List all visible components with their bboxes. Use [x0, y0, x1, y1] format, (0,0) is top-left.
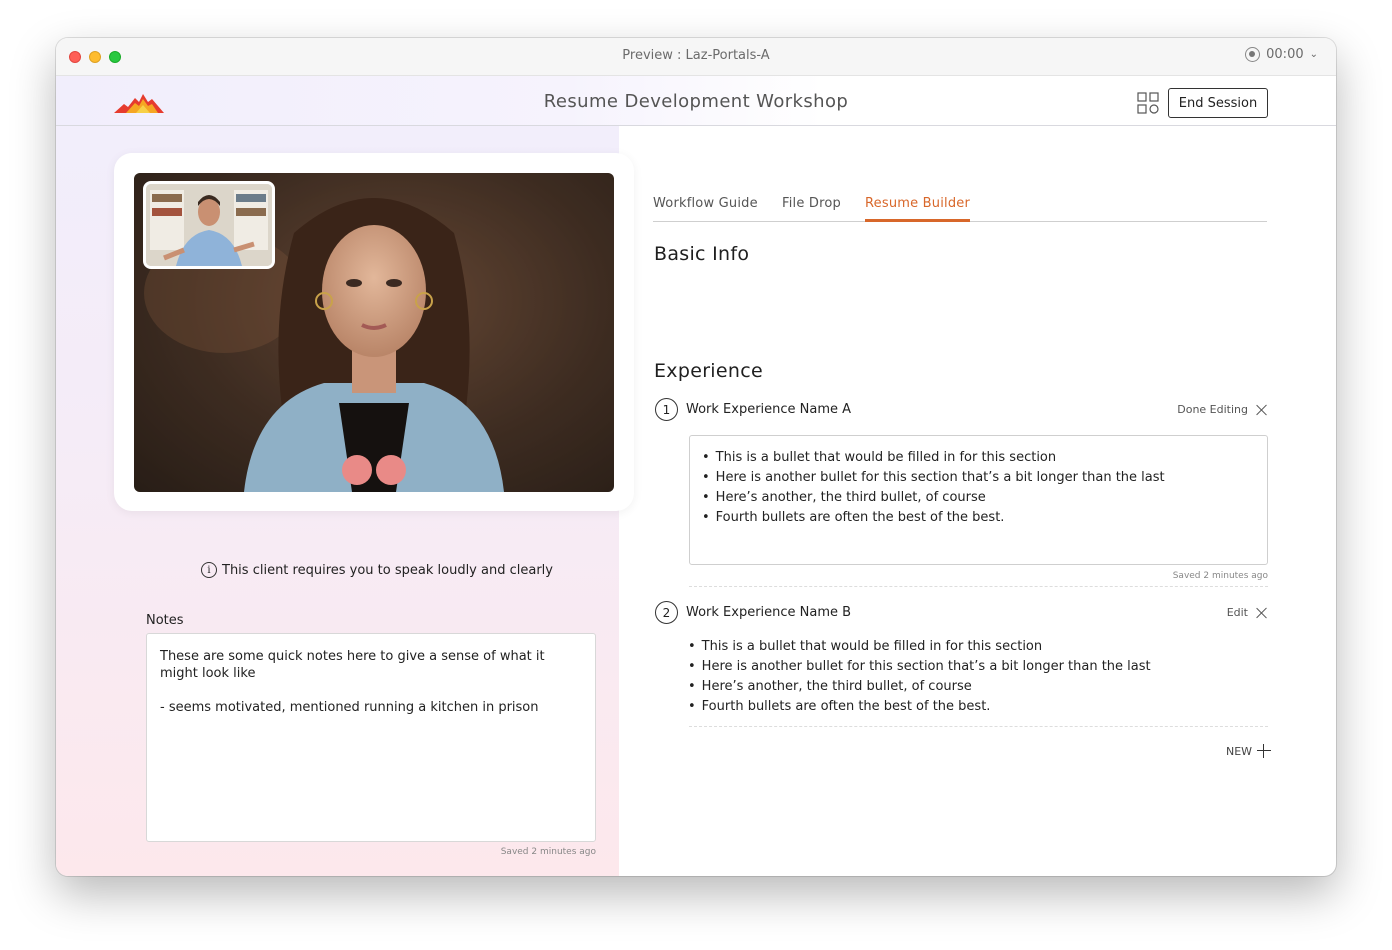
title-bar: Preview : Laz-Portals-A 00:00 ⌄ [56, 38, 1336, 76]
layout-grid-icon[interactable] [1137, 92, 1159, 114]
bullet-item: Here is another bullet for this section … [702, 468, 1255, 488]
experience-a-saved-status: Saved 2 minutes ago [1172, 571, 1268, 581]
bullet-item: Here’s another, the third bullet, of cou… [688, 677, 1151, 697]
window-title: Preview : Laz-Portals-A [622, 48, 770, 63]
bullet-item: Here is another bullet for this section … [688, 657, 1151, 677]
tab-resume-builder[interactable]: Resume Builder [865, 196, 971, 222]
app-window: Preview : Laz-Portals-A 00:00 ⌄ Resume D… [56, 38, 1336, 876]
done-editing-button[interactable]: Done Editing [1177, 403, 1268, 416]
end-session-button[interactable]: End Session [1168, 88, 1268, 118]
hang-up-button[interactable] [376, 455, 406, 485]
edit-label: Edit [1226, 606, 1248, 619]
tab-bar: Workflow Guide File Drop Resume Builder [653, 196, 1267, 222]
done-editing-label: Done Editing [1177, 403, 1248, 416]
bullet-item: Fourth bullets are often the best of the… [688, 697, 1151, 717]
close-icon[interactable] [1256, 404, 1268, 416]
edit-button[interactable]: Edit [1227, 606, 1268, 619]
experience-name: Work Experience Name A [686, 402, 852, 417]
client-video [134, 173, 614, 492]
experience-heading: Experience [654, 360, 763, 382]
mute-button[interactable] [342, 455, 372, 485]
info-icon: i [201, 562, 217, 578]
client-requirement-note: i This client requires you to speak loud… [201, 562, 553, 578]
experience-item-b-header: 2 Work Experience Name B Edit [655, 601, 1268, 625]
self-view-image [146, 184, 272, 266]
new-label: NEW [1226, 744, 1253, 758]
bullet-item: Here’s another, the third bullet, of cou… [702, 488, 1255, 508]
plus-icon [1257, 744, 1272, 758]
app-header: Resume Development Workshop End Session [56, 76, 1336, 126]
tab-file-drop[interactable]: File Drop [782, 196, 841, 219]
record-icon [1245, 47, 1261, 62]
notes-label: Notes [146, 613, 184, 628]
notes-saved-status: Saved 2 minutes ago [500, 847, 596, 857]
basic-info-heading: Basic Info [654, 243, 750, 265]
bullet-item: Fourth bullets are often the best of the… [702, 508, 1255, 528]
record-timer[interactable]: 00:00 ⌄ [1245, 47, 1318, 62]
new-experience-button[interactable]: NEW [1226, 744, 1272, 758]
experience-number-badge: 1 [655, 398, 678, 421]
notes-textarea[interactable]: These are some quick notes here to give … [146, 633, 596, 842]
client-note-text: This client requires you to speak loudly… [222, 562, 553, 578]
bullet-item: This is a bullet that would be filled in… [688, 637, 1151, 657]
experience-b-bullets: This is a bullet that would be filled in… [688, 637, 1151, 717]
video-card [114, 153, 634, 511]
close-icon[interactable] [1256, 607, 1268, 619]
experience-item-a-header: 1 Work Experience Name A Done Editing [655, 398, 1268, 422]
app-content: Resume Development Workshop End Session [56, 76, 1336, 876]
timer-value: 00:00 [1266, 47, 1304, 62]
experience-number-badge: 2 [655, 601, 678, 624]
divider [689, 586, 1268, 587]
experience-name: Work Experience Name B [686, 605, 852, 620]
experience-a-editor[interactable]: This is a bullet that would be filled in… [689, 435, 1268, 565]
divider [689, 726, 1268, 727]
chevron-down-icon: ⌄ [1309, 49, 1318, 60]
bullet-item: This is a bullet that would be filled in… [702, 448, 1255, 468]
experience-a-bullets: This is a bullet that would be filled in… [702, 448, 1255, 528]
self-view-video[interactable] [143, 181, 275, 269]
tab-workflow-guide[interactable]: Workflow Guide [653, 196, 758, 219]
